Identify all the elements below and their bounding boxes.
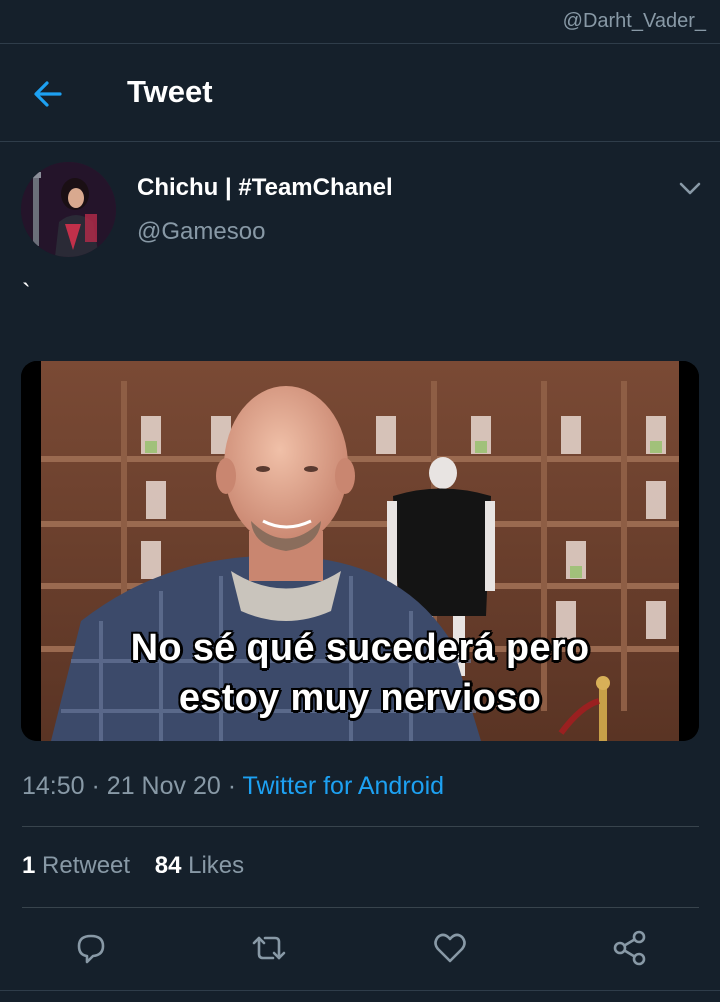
likes-label: Likes [188, 852, 245, 879]
tweet-media[interactable]: No sé qué sucederá pero estoy muy nervio… [21, 361, 699, 741]
tweet-timestamp: 14:50 · 21 Nov 20 · Twitter for Android [22, 772, 444, 801]
tweet-text: ` [22, 278, 31, 308]
back-button[interactable] [30, 76, 66, 112]
retweets-label: Retweet [42, 852, 131, 879]
chevron-down-icon [679, 182, 701, 195]
tweet-time: 14:50 [22, 772, 85, 800]
tweet-date: 21 Nov 20 [106, 772, 221, 800]
author-handle[interactable]: @Gamesoo [137, 218, 265, 246]
page-title: Tweet [127, 74, 213, 109]
share-icon [613, 930, 646, 966]
avatar-image [21, 162, 116, 257]
dot-separator: · [227, 772, 237, 800]
retweets-stat[interactable]: 1 Retweet [22, 852, 137, 879]
retweet-icon [252, 936, 286, 960]
reply-icon [77, 934, 105, 964]
meme-caption-line-2: estoy muy nervioso [178, 677, 542, 719]
watermark-text: @Darht_Vader_ [562, 10, 706, 32]
divider [22, 826, 699, 827]
tweet-source-link[interactable]: Twitter for Android [243, 772, 444, 800]
share-button[interactable] [610, 928, 650, 968]
arrow-left-icon [34, 81, 62, 107]
meme-caption-line-1: No sé qué sucederá pero [130, 627, 590, 669]
tweet-stats: 1 Retweet 84 Likes [22, 852, 244, 880]
divider [22, 907, 699, 908]
retweet-button[interactable] [249, 928, 289, 968]
dot-separator: · [91, 772, 100, 800]
heart-icon [434, 933, 466, 963]
likes-stat[interactable]: 84 Likes [155, 852, 244, 879]
watermark-bar: @Darht_Vader_ [0, 0, 720, 44]
tweet-actions [0, 928, 720, 972]
retweets-count: 1 [22, 852, 36, 879]
author-display-name[interactable]: Chichu | #TeamChanel [137, 174, 393, 202]
tweet-menu-button[interactable] [676, 176, 704, 200]
top-app-bar: Tweet [0, 44, 720, 142]
like-button[interactable] [430, 928, 470, 968]
divider [0, 990, 720, 991]
likes-count: 84 [154, 852, 182, 879]
reply-button[interactable] [71, 928, 111, 968]
avatar[interactable] [21, 162, 116, 257]
